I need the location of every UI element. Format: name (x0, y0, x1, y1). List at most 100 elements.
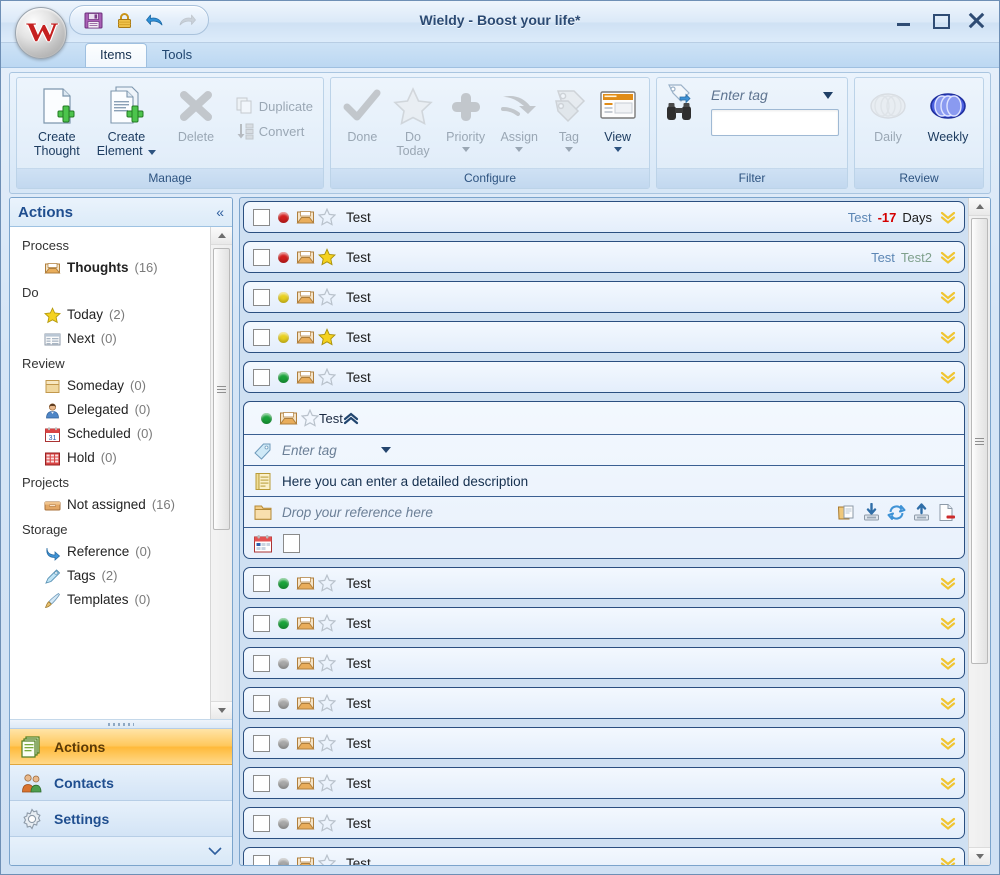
download-icon[interactable] (862, 502, 881, 522)
sidebar-scrollbar[interactable] (210, 227, 232, 719)
star-icon[interactable] (318, 574, 336, 592)
expanded-row-header[interactable]: Test (244, 402, 964, 435)
list-item-row[interactable]: Test (243, 281, 965, 313)
row-checkbox[interactable] (253, 368, 270, 386)
list-item-row[interactable]: Test Test Test2 (243, 241, 965, 273)
sidebar-item-templates[interactable]: Templates (0) (10, 588, 210, 612)
status-dot[interactable] (278, 857, 289, 865)
create-element-button[interactable]: Create Element (93, 83, 161, 158)
collapse-row-chevron-up-icon[interactable] (343, 411, 359, 425)
sidebar-item-thoughts[interactable]: Thoughts (16) (10, 256, 210, 280)
star-icon[interactable] (318, 368, 336, 386)
star-icon[interactable] (318, 328, 336, 346)
row-checkbox[interactable] (253, 854, 270, 865)
expand-row-chevron-down-icon[interactable] (940, 696, 956, 710)
chevron-down-icon[interactable] (380, 447, 391, 453)
star-icon[interactable] (318, 734, 336, 752)
sync-icon[interactable] (887, 503, 906, 522)
star-icon[interactable] (301, 409, 319, 427)
row-checkbox[interactable] (253, 328, 270, 346)
detail-date-row[interactable] (244, 528, 964, 558)
status-dot[interactable] (278, 777, 289, 789)
star-icon[interactable] (318, 694, 336, 712)
sidebar-item-hold[interactable]: Hold (0) (10, 446, 210, 470)
open-folder-icon[interactable] (837, 503, 856, 522)
delete-file-icon[interactable] (937, 503, 956, 522)
maximize-button[interactable] (929, 9, 951, 31)
detail-tag-row[interactable]: Enter tag (244, 435, 964, 466)
calendar-icon[interactable] (253, 534, 273, 553)
binoculars-icon[interactable] (666, 101, 692, 123)
view-button[interactable]: View (592, 83, 643, 152)
sidebar-nav-overflow[interactable] (10, 837, 232, 865)
item-list-scroll-thumb[interactable] (971, 218, 988, 664)
row-checkbox[interactable] (253, 734, 270, 752)
sidebar-splitter[interactable] (10, 719, 232, 728)
expand-row-chevron-down-icon[interactable] (940, 656, 956, 670)
sidebar-item-someday[interactable]: Someday (0) (10, 374, 210, 398)
expand-row-chevron-down-icon[interactable] (940, 250, 956, 264)
sidebar-item-delegated[interactable]: Delegated (0) (10, 398, 210, 422)
sidebar-scroll-thumb[interactable] (213, 248, 230, 530)
row-checkbox[interactable] (253, 248, 270, 266)
expand-row-chevron-down-icon[interactable] (940, 776, 956, 790)
chevron-down-icon[interactable] (148, 150, 157, 155)
star-icon[interactable] (318, 854, 336, 865)
status-dot[interactable] (278, 331, 289, 343)
status-dot[interactable] (278, 251, 289, 263)
row-checkbox[interactable] (253, 654, 270, 672)
expand-row-chevron-down-icon[interactable] (940, 370, 956, 384)
scroll-up-button[interactable] (211, 227, 232, 245)
list-item-row[interactable]: Test Test -17 Days (243, 201, 965, 233)
nav-button-contacts[interactable]: Contacts (10, 765, 232, 801)
star-icon[interactable] (318, 208, 336, 226)
expand-row-chevron-down-icon[interactable] (940, 616, 956, 630)
sidebar-item-today[interactable]: Today (2) (10, 303, 210, 327)
status-dot[interactable] (278, 577, 289, 589)
status-dot[interactable] (278, 617, 289, 629)
chevron-down-icon[interactable] (613, 147, 622, 152)
tab-tools[interactable]: Tools (147, 43, 207, 67)
tab-items[interactable]: Items (85, 43, 147, 67)
nav-button-actions[interactable]: Actions (10, 729, 232, 765)
status-dot[interactable] (278, 211, 289, 223)
list-item-row[interactable]: Test (243, 567, 965, 599)
list-item-row-expanded[interactable]: Test Enter tag Here you can enter a detail… (243, 401, 965, 559)
sidebar-item-scheduled[interactable]: 31 Scheduled (0) (10, 422, 210, 446)
chevron-down-icon[interactable] (823, 91, 833, 99)
row-checkbox[interactable] (253, 774, 270, 792)
list-item-row[interactable]: Test (243, 361, 965, 393)
detail-date-checkbox[interactable] (283, 533, 300, 553)
star-icon[interactable] (318, 614, 336, 632)
expand-row-chevron-down-icon[interactable] (940, 330, 956, 344)
status-dot[interactable] (278, 657, 289, 669)
list-item-row[interactable]: Test (243, 767, 965, 799)
list-item-row[interactable]: Test (243, 647, 965, 679)
list-item-row[interactable]: Test (243, 847, 965, 865)
scroll-up-button[interactable] (969, 198, 990, 216)
row-checkbox[interactable] (253, 574, 270, 592)
status-dot[interactable] (278, 291, 289, 303)
row-checkbox[interactable] (253, 208, 270, 226)
expand-row-chevron-down-icon[interactable] (940, 576, 956, 590)
row-checkbox[interactable] (253, 614, 270, 632)
scroll-down-button[interactable] (211, 701, 232, 719)
create-thought-button[interactable]: Create Thought (23, 83, 91, 158)
list-item-row[interactable]: Test (243, 807, 965, 839)
item-list-scrollbar[interactable] (968, 198, 990, 865)
sidebar-item-next[interactable]: Next (0) (10, 327, 210, 351)
expand-row-chevron-down-icon[interactable] (940, 290, 956, 304)
row-checkbox[interactable] (253, 814, 270, 832)
list-item-row[interactable]: Test (243, 321, 965, 353)
expand-row-chevron-down-icon[interactable] (940, 856, 956, 865)
status-dot[interactable] (278, 817, 289, 829)
list-item-row[interactable]: Test (243, 607, 965, 639)
expand-row-chevron-down-icon[interactable] (940, 210, 956, 224)
status-dot[interactable] (278, 737, 289, 749)
sidebar-item-tags[interactable]: Tags (2) (10, 564, 210, 588)
row-checkbox[interactable] (253, 288, 270, 306)
sidebar-item-reference[interactable]: Reference (0) (10, 540, 210, 564)
detail-description-row[interactable]: Here you can enter a detailed descriptio… (244, 466, 964, 497)
expand-row-chevron-down-icon[interactable] (940, 816, 956, 830)
sidebar-item-not-assigned[interactable]: Not assigned (16) (10, 493, 210, 517)
